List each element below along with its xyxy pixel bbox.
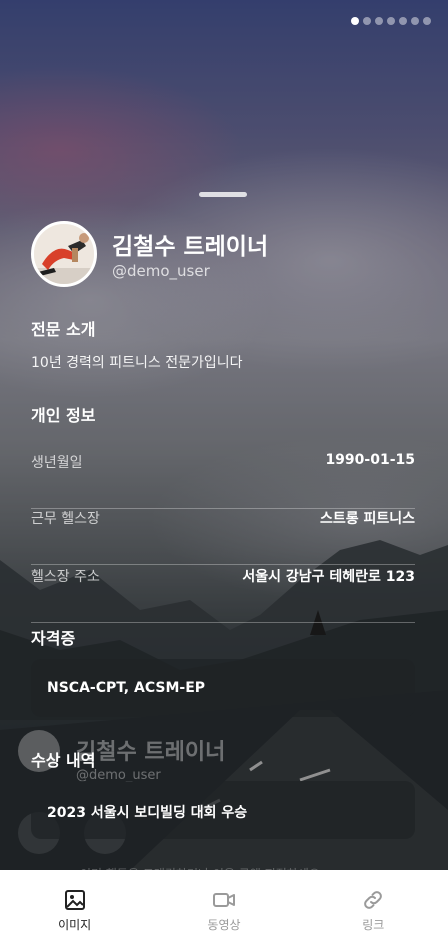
link-icon	[364, 891, 383, 909]
profile-name: 김철수 트레이너	[112, 234, 269, 260]
info-row-gym-address: 헬스장 주소 서울시 강남구 테헤란로 123	[31, 566, 415, 623]
info-label: 근무 헬스장	[31, 511, 100, 527]
ghost-name: 김철수 트레이너	[76, 740, 226, 765]
page-dot[interactable]	[411, 17, 419, 25]
info-label: 헬스장 주소	[31, 569, 100, 585]
bottom-tab-bar: 이미지 동영상 링크	[0, 870, 448, 943]
info-value: 1990-01-15	[325, 452, 415, 468]
tab-label: 동영상	[207, 918, 241, 932]
page-dot[interactable]	[399, 17, 407, 25]
page-dot[interactable]	[351, 17, 359, 25]
info-row-gym: 근무 헬스장 스트롱 피트니스	[31, 508, 415, 565]
profile-handle: @demo_user	[112, 262, 210, 280]
info-value: 서울시 강남구 테헤란로 123	[242, 569, 415, 585]
avatar[interactable]	[31, 221, 97, 287]
video-icon	[212, 893, 235, 907]
bio-section-title: 전문 소개	[31, 320, 96, 339]
page-dot[interactable]	[363, 17, 371, 25]
page-indicator	[351, 17, 431, 25]
personal-info-title: 개인 정보	[31, 406, 96, 425]
tab-link[interactable]: 링크	[299, 870, 448, 943]
certifications-card: NSCA-CPT, ACSM-EP	[31, 659, 415, 717]
tab-video[interactable]: 동영상	[149, 870, 298, 943]
tab-label: 링크	[362, 918, 385, 932]
tab-image[interactable]: 이미지	[0, 870, 149, 943]
awards-title: 수상 내역	[31, 751, 96, 770]
page-dot[interactable]	[423, 17, 431, 25]
certifications-text: NSCA-CPT, ACSM-EP	[47, 680, 206, 696]
awards-card: 2023 서울시 보디빌딩 대회 우승	[31, 781, 415, 839]
certifications-title: 자격증	[31, 629, 76, 648]
page-dot[interactable]	[387, 17, 395, 25]
bio-text: 10년 경력의 피트니스 전문가입니다	[31, 355, 243, 371]
tab-label: 이미지	[58, 918, 92, 932]
info-value: 스트롱 피트니스	[319, 511, 415, 527]
awards-text: 2023 서울시 보디빌딩 대회 우승	[47, 805, 248, 821]
trainer-photo	[34, 224, 94, 284]
page-dot[interactable]	[375, 17, 383, 25]
sheet-drag-handle[interactable]	[199, 192, 247, 197]
image-icon	[64, 890, 85, 910]
info-row-birthdate: 생년월일 1990-01-15	[31, 452, 415, 509]
profile-screen: 김철수 트레이너 @demo_user 이미 행동을 트래킹하거나 이용 금액 …	[0, 0, 448, 943]
info-label: 생년월일	[31, 455, 83, 471]
